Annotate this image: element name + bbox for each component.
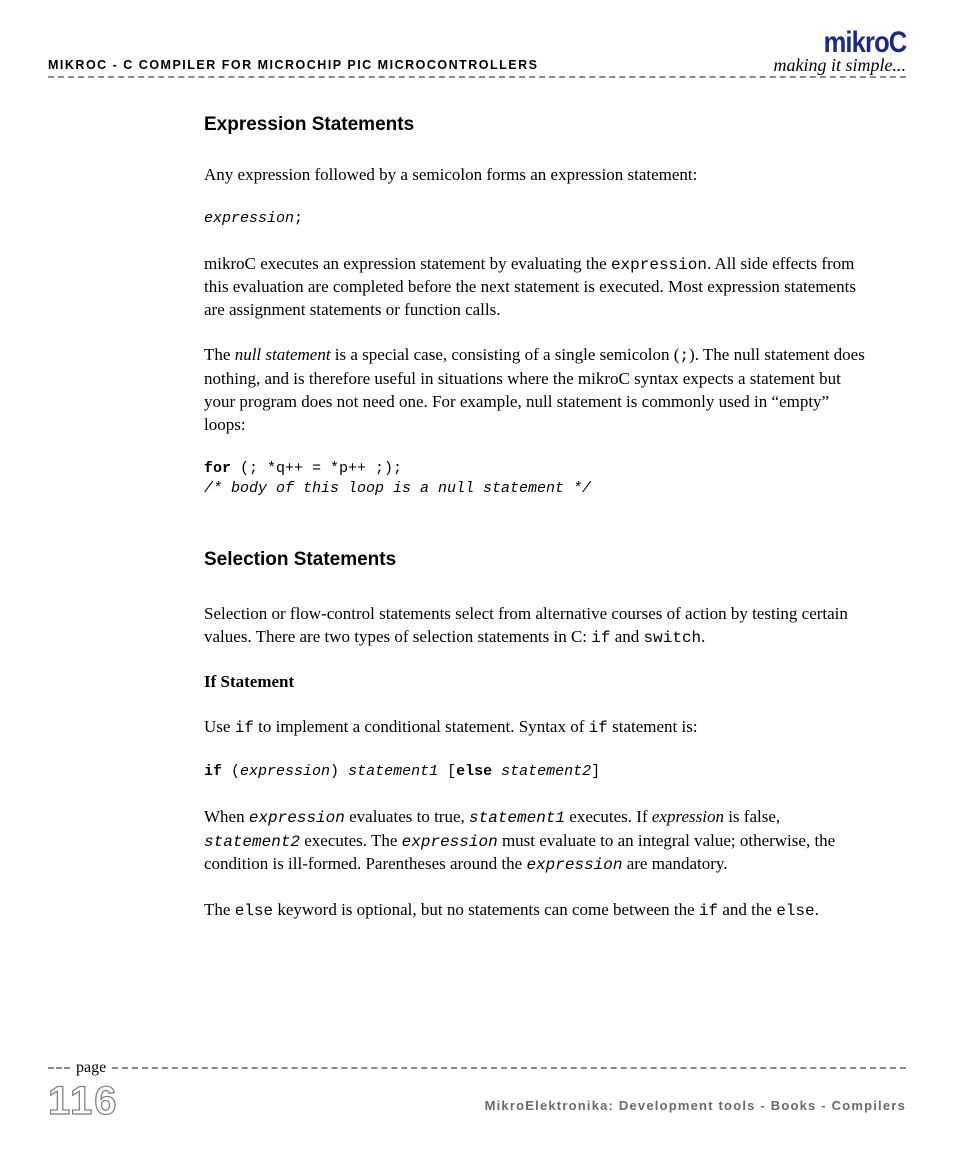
footer-divider-row: page [48, 1059, 906, 1077]
body-paragraph: When expression evaluates to true, state… [204, 806, 866, 877]
inline-code-italic: expression [526, 856, 622, 874]
footer-company-text: MikroElektronika: Development tools - Bo… [485, 1098, 906, 1119]
inline-code: else [235, 902, 273, 920]
code-token: expression [204, 210, 294, 227]
body-paragraph: Use if to implement a conditional statem… [204, 716, 866, 740]
inline-code: ; [679, 347, 689, 365]
body-paragraph: Any expression followed by a semicolon f… [204, 164, 866, 187]
page-header: mikroC - C Compiler for Microchip PIC mi… [48, 28, 906, 74]
code-token: ] [591, 763, 600, 780]
code-token: ; [294, 210, 303, 227]
text-run: executes. If [565, 807, 652, 826]
page-footer: page 116 MikroElektronika: Development t… [48, 1059, 906, 1119]
text-run: executes. The [300, 831, 402, 850]
text-run: . [815, 900, 819, 919]
text-run: is false, [724, 807, 780, 826]
code-comment: /* body of this loop is a null statement… [204, 480, 591, 497]
text-run: is a special case, consisting of a singl… [331, 345, 680, 364]
code-token: [ [438, 763, 456, 780]
body-paragraph: Selection or flow-control statements sel… [204, 603, 866, 650]
text-run: and [610, 627, 643, 646]
text-run: to implement a conditional statement. Sy… [254, 717, 589, 736]
code-italic: statement1 [348, 763, 438, 780]
inline-code-italic: expression [249, 809, 345, 827]
italic-text: null statement [235, 345, 331, 364]
code-block: expression; [204, 209, 866, 229]
page-number: 116 [48, 1083, 119, 1119]
code-italic: statement2 [501, 763, 591, 780]
code-token [492, 763, 501, 780]
text-run: and the [718, 900, 776, 919]
text-run: The [204, 345, 235, 364]
header-left-text: mikroC - C Compiler for Microchip PIC mi… [48, 58, 539, 74]
section-heading-expression-statements: Expression Statements [204, 112, 866, 138]
inline-code-italic: statement1 [469, 809, 565, 827]
code-keyword: if [204, 763, 222, 780]
text-run: statement is: [608, 717, 698, 736]
code-block: if (expression) statement1 [else stateme… [204, 762, 866, 782]
code-block: for (; *q++ = *p++ ;); /* body of this l… [204, 459, 866, 500]
text-run: The [204, 900, 235, 919]
code-keyword: else [456, 763, 492, 780]
inline-code: else [776, 902, 814, 920]
inline-code: if [591, 629, 610, 647]
code-token: (; *q++ = *p++ ;); [231, 460, 402, 477]
body-paragraph: The null statement is a special case, co… [204, 344, 866, 436]
text-run: evaluates to true, [345, 807, 469, 826]
text-run: keyword is optional, but no statements c… [273, 900, 699, 919]
footer-dash-right [112, 1067, 906, 1069]
page-content: Expression Statements Any expression fol… [48, 78, 906, 923]
section-heading-selection-statements: Selection Statements [204, 547, 866, 573]
subsection-heading-if-statement: If Statement [204, 671, 866, 694]
inline-code: switch [644, 629, 702, 647]
inline-code: if [699, 902, 718, 920]
body-paragraph: mikroC executes an expression statement … [204, 253, 866, 322]
footer-bottom-row: 116 MikroElektronika: Development tools … [48, 1083, 906, 1119]
footer-dash-left [48, 1067, 70, 1069]
text-run: are mandatory. [622, 854, 727, 873]
code-italic: expression [240, 763, 330, 780]
text-run: . [701, 627, 705, 646]
inline-code-italic: expression [402, 833, 498, 851]
text-run: When [204, 807, 249, 826]
text-run: mikroC executes an expression statement … [204, 254, 611, 273]
code-token: ( [222, 763, 240, 780]
text-run: Use [204, 717, 235, 736]
italic-text: expression [652, 807, 724, 826]
code-token: ) [330, 763, 348, 780]
inline-code-italic: statement2 [204, 833, 300, 851]
brand-logo-text: mikroC [823, 28, 906, 58]
text-run: Selection or flow-control statements sel… [204, 604, 848, 646]
header-right: mikroC making it simple... [774, 28, 907, 74]
inline-code: if [235, 719, 254, 737]
body-paragraph: The else keyword is optional, but no sta… [204, 899, 866, 923]
inline-code: if [589, 719, 608, 737]
inline-code: expression [611, 256, 707, 274]
code-keyword: for [204, 460, 231, 477]
page-label: page [76, 1059, 106, 1077]
